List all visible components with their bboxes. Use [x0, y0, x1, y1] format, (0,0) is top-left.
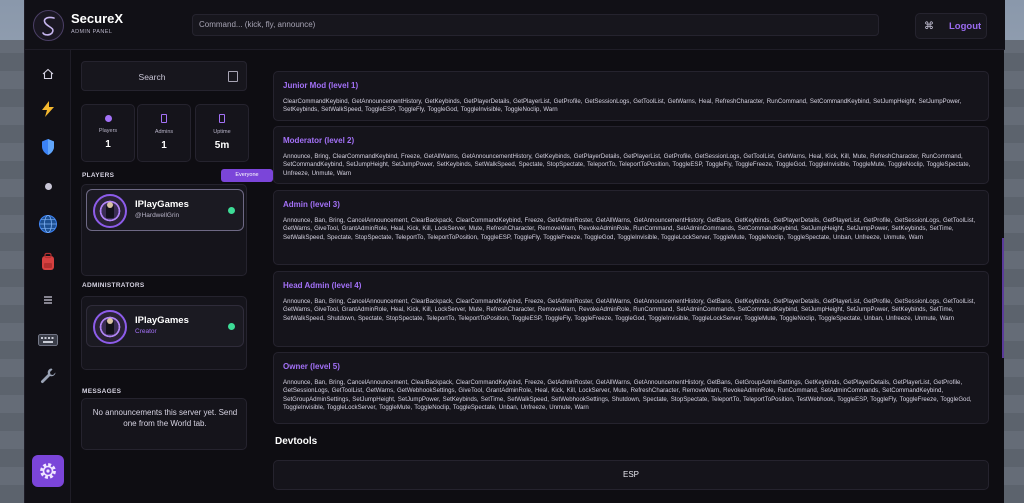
admin-name: IPlayGames [135, 315, 189, 326]
permission-card-moderator: Moderator (level 2) Announce, Bring, Cle… [273, 126, 989, 184]
search-box[interactable]: Search [81, 61, 247, 91]
messages-section-title: MESSAGES [82, 388, 122, 395]
permission-commands: ClearCommandKeybind, GetAnnouncementHist… [283, 98, 962, 114]
lightning-icon[interactable] [36, 97, 60, 121]
logout-button[interactable]: ⌘ Logout [915, 13, 987, 39]
sidebar: Search Players 1 Admins 1 Uptime 5m PLAY… [79, 58, 273, 498]
players-section-title: PLAYERS [82, 172, 115, 179]
devtools-title: Devtools [275, 436, 318, 447]
wrench-icon[interactable] [36, 364, 60, 388]
logo-s-icon [41, 16, 55, 36]
admin-card[interactable]: IPlayGames Creator [86, 305, 244, 347]
app-subtitle: ADMIN PANEL [71, 29, 113, 35]
player-card[interactable]: IPlayGames @HardwellGrin [86, 189, 244, 231]
stat-players: Players 1 [81, 104, 135, 162]
search-icon [228, 71, 238, 82]
stat-uptime: Uptime 5m [195, 104, 249, 162]
stat-value: 5m [214, 140, 230, 151]
keyboard-icon[interactable] [36, 328, 60, 352]
dot-icon[interactable] [36, 174, 60, 198]
globe-icon[interactable] [36, 212, 60, 236]
permission-card-junior-mod: Junior Mod (level 1) ClearCommandKeybind… [273, 71, 989, 121]
backpack-icon[interactable] [36, 250, 60, 274]
search-label: Search [138, 72, 166, 82]
permission-commands: Announce, Ban, Bring, CancelAnnouncement… [283, 217, 976, 241]
permission-commands: Announce, Bring, ClearCommandKeybind, Fr… [283, 153, 971, 177]
securex-logo [33, 10, 64, 41]
home-icon[interactable] [36, 62, 60, 86]
permission-commands: Announce, Ban, Bring, CancelAnnouncement… [283, 379, 972, 412]
players-dot-icon [104, 115, 112, 122]
shield-icon[interactable] [36, 135, 60, 159]
online-status-dot [228, 323, 235, 330]
messages-empty-text: No announcements this server yet. Send o… [92, 408, 238, 428]
logout-icon: ⌘ [924, 21, 934, 32]
stat-value: 1 [161, 140, 167, 151]
permission-title: Head Admin (level 4) [283, 281, 362, 290]
messages-box: No announcements this server yet. Send o… [81, 398, 247, 450]
list-icon[interactable] [36, 288, 60, 312]
admins-icon [161, 114, 167, 123]
player-name: IPlayGames [135, 199, 189, 210]
nav-rail [25, 50, 71, 503]
esp-button[interactable]: ESP [273, 460, 989, 490]
stat-label: Admins [154, 129, 174, 135]
permission-title: Junior Mod (level 1) [283, 81, 359, 90]
settings-button[interactable] [32, 455, 64, 487]
permission-title: Owner (level 5) [283, 362, 340, 371]
avatar [93, 194, 127, 228]
app-title: SecureX [71, 11, 124, 26]
permission-title: Moderator (level 2) [283, 136, 355, 145]
permissions-content: Junior Mod (level 1) ClearCommandKeybind… [273, 64, 991, 503]
permission-card-admin: Admin (level 3) Announce, Ban, Bring, Ca… [273, 190, 989, 265]
command-input[interactable]: Command... (kick, fly, announce) [192, 14, 879, 36]
game-wall-left [0, 40, 24, 503]
players-list: IPlayGames @HardwellGrin [81, 184, 247, 276]
avatar [93, 310, 127, 344]
admin-role: Creator [135, 328, 157, 335]
header-bar: SecureX ADMIN PANEL Command... (kick, fl… [25, 0, 1005, 50]
logout-label: Logout [949, 21, 982, 32]
player-handle: @HardwellGrin [135, 212, 180, 219]
online-status-dot [228, 207, 235, 214]
everyone-filter-button[interactable]: Everyone [221, 169, 273, 182]
administrators-section-title: ADMINISTRATORS [82, 282, 145, 289]
administrators-list: IPlayGames Creator [81, 296, 247, 370]
permission-card-head-admin: Head Admin (level 4) Announce, Ban, Brin… [273, 271, 989, 347]
stat-label: Players [98, 128, 118, 134]
permission-commands: Announce, Ban, Bring, CancelAnnouncement… [283, 298, 976, 322]
gear-icon [40, 463, 56, 479]
permission-card-owner: Owner (level 5) Announce, Ban, Bring, Ca… [273, 352, 989, 424]
content-scrollbar[interactable] [1002, 238, 1004, 358]
admin-panel: SecureX ADMIN PANEL Command... (kick, fl… [24, 0, 1005, 503]
permission-title: Admin (level 3) [283, 200, 340, 209]
uptime-icon [219, 114, 225, 123]
stat-label: Uptime [213, 129, 231, 135]
stat-admins: Admins 1 [137, 104, 191, 162]
stat-value: 1 [105, 139, 111, 150]
